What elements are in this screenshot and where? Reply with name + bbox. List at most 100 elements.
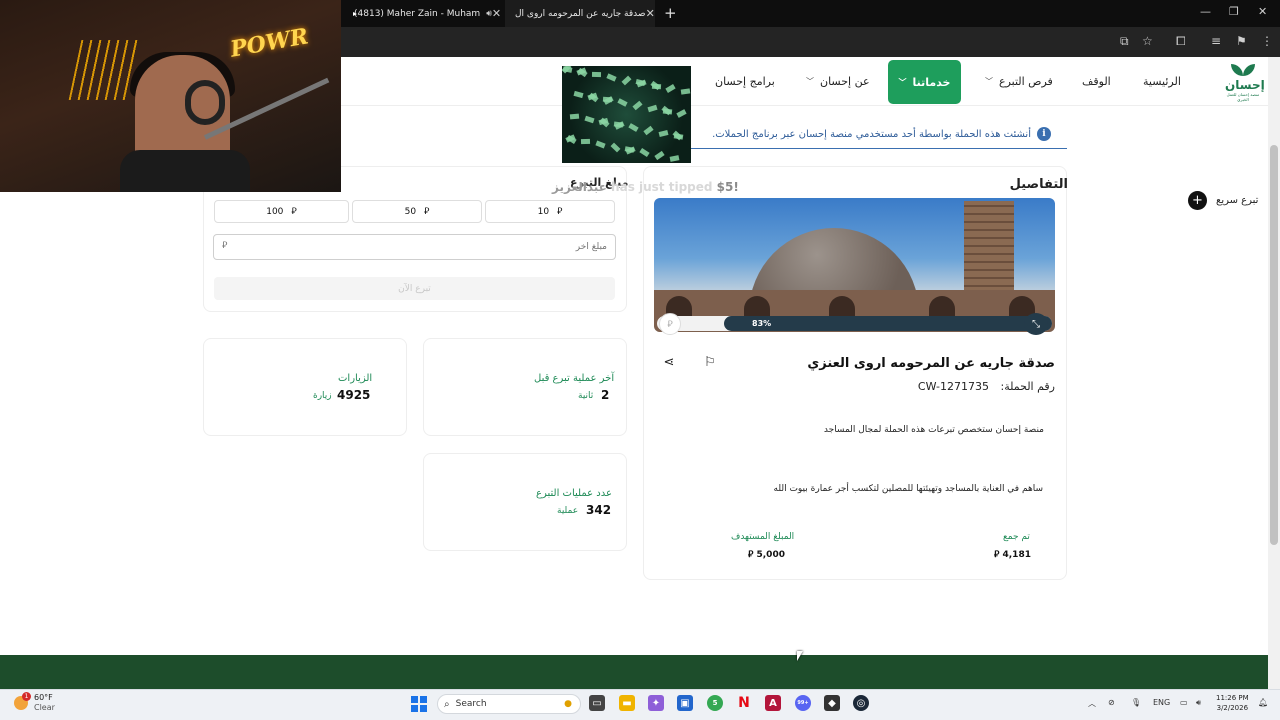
ops-unit: عملية: [557, 506, 579, 516]
nav-about[interactable]: ﹀ عن إحسان: [806, 57, 870, 106]
money-bill-shape: [573, 90, 584, 99]
webcam-overlay: POWR: [0, 0, 341, 192]
collected-value: ⃁ 4,181: [994, 549, 1031, 560]
campaign-image: [654, 198, 1055, 332]
steam-icon[interactable]: ◎: [853, 695, 869, 711]
chevron-down-icon: ﹀: [806, 77, 814, 86]
money-bill-shape: [658, 129, 669, 138]
mic-icon[interactable]: 🎙︎: [1131, 698, 1141, 707]
notification-badge: 1: [22, 692, 31, 701]
info-banner: أنشئت هذه الحملة بواسطة أحد مستخدمي منصة…: [691, 120, 1067, 149]
media-icon[interactable]: ≡: [1211, 34, 1221, 48]
extensions-icon[interactable]: ⧠: [1176, 34, 1186, 49]
amount-50-button[interactable]: 50 ⃁: [352, 200, 482, 223]
store-icon[interactable]: ▣: [677, 695, 693, 711]
tray-chevron-icon[interactable]: ︿: [1088, 698, 1096, 709]
wifi-icon[interactable]: ▭: [1180, 698, 1188, 707]
campaign-desc-2: ساهم في العناية بالمساجد وتهيئتها للمصلي…: [773, 484, 1043, 494]
network-off-icon[interactable]: ⊘: [1108, 698, 1115, 707]
site-logo[interactable]: إحسان منصة إحسان للعمل الخيري: [1225, 62, 1265, 102]
progress-label: 83%: [752, 319, 772, 328]
app-icon[interactable]: ◆: [824, 695, 840, 711]
quick-donate-button[interactable]: + تبرع سريع: [1188, 191, 1258, 210]
terminal-icon[interactable]: ▭: [589, 695, 605, 711]
language-indicator[interactable]: ENG: [1153, 698, 1170, 707]
money-bill-shape: [577, 67, 588, 78]
chrome-icon[interactable]: 5: [707, 695, 723, 711]
money-bill-shape: [584, 115, 595, 124]
collected-label: تم جمع: [1003, 532, 1030, 542]
nav-programs[interactable]: برامج إحسان: [715, 57, 775, 106]
visits-unit: زيارة: [313, 391, 332, 401]
volume-icon[interactable]: 🔊︎: [1196, 698, 1201, 708]
weather-temp: 60°F: [34, 693, 53, 702]
windows-start-icon[interactable]: [411, 696, 427, 712]
notification-bell-icon[interactable]: 🔔︎: [1258, 698, 1268, 707]
discord-icon[interactable]: 99+: [795, 695, 811, 711]
money-bill-shape: [639, 147, 650, 158]
target-number: 5,000: [756, 550, 785, 560]
neon-sign: POWR: [228, 23, 311, 63]
weather-widget[interactable]: 1 60°F Clear: [14, 692, 55, 713]
taskbar-search[interactable]: ⌕ Search ●: [437, 694, 581, 714]
money-bill-shape: [676, 109, 687, 118]
nav-programs-label: برامج إحسان: [715, 75, 775, 88]
site-footer: [0, 655, 1270, 689]
target-value: ⃁ 5,000: [748, 549, 785, 560]
amount-10-button[interactable]: 10 ⃁: [485, 200, 615, 223]
ops-label: عدد عمليات التبرع: [536, 488, 612, 499]
report-flag-icon[interactable]: ⚐: [702, 354, 718, 370]
money-bill-shape: [673, 133, 684, 140]
money-bill-shape: [662, 108, 673, 115]
file-explorer-icon[interactable]: ▬: [619, 695, 635, 711]
money-bill-shape: [654, 150, 665, 161]
money-bill-shape: [610, 142, 621, 153]
close-tab-icon[interactable]: ✕: [646, 7, 655, 20]
chrome-badge: 5: [712, 699, 718, 707]
taskbar-clock[interactable]: 11:26 PM 3/2/2026: [1216, 693, 1249, 713]
chevron-down-icon: ﹀: [985, 77, 993, 86]
clock-time: 11:26 PM: [1216, 694, 1249, 702]
money-bill-shape: [569, 113, 580, 120]
amount-value: 100: [266, 206, 284, 217]
amount-100-button[interactable]: 100 ⃁: [214, 200, 349, 223]
acrobat-icon[interactable]: A: [765, 695, 781, 711]
campaign-code-row: رقم الحملة: CW-1271735: [918, 380, 1055, 393]
tab-title: (4813) Maher Zain - Muham: [354, 8, 481, 19]
netflix-icon[interactable]: N: [736, 695, 752, 711]
money-bill-shape: [580, 138, 591, 145]
nav-services-label: خدماتنا: [912, 75, 951, 89]
bookmark-star-icon[interactable]: ☆: [1142, 34, 1153, 48]
donation-ops-card: [423, 453, 627, 551]
tab-youtube[interactable]: (4813) Maher Zain - Muham 🔊︎ ✕: [345, 0, 500, 27]
menu-icon[interactable]: ⋮: [1261, 34, 1273, 48]
headphone-shape: [185, 80, 225, 125]
tab-campaign[interactable]: صدقة جاريه عن المرحومه اروى ال ✕: [505, 0, 655, 27]
target-label: المبلغ المستهدف: [731, 532, 795, 542]
copilot-icon[interactable]: ✦: [648, 695, 664, 711]
money-bill-shape: [628, 123, 639, 132]
money-bill-shape: [591, 71, 602, 78]
new-tab-button[interactable]: +: [664, 4, 677, 22]
weather-sun-icon: 1: [14, 692, 31, 710]
target-icon: ⤡: [1024, 313, 1048, 335]
minimize-button[interactable]: —: [1200, 5, 1211, 18]
nav-opportunities[interactable]: ﹀ فرص التبرع: [985, 57, 1053, 106]
money-bill-shape: [606, 73, 617, 82]
share-icon[interactable]: ⋖: [661, 354, 677, 370]
install-icon[interactable]: ⧉: [1120, 34, 1129, 49]
close-window-button[interactable]: ✕: [1258, 5, 1267, 18]
profile-icon[interactable]: ⚑: [1236, 34, 1247, 48]
other-amount-input[interactable]: [213, 234, 616, 260]
visits-card: [203, 338, 407, 436]
nav-services[interactable]: ﹀ خدماتنا: [888, 60, 961, 104]
nav-waqf[interactable]: الوقف: [1082, 57, 1111, 106]
maximize-button[interactable]: ❐: [1229, 5, 1239, 18]
nav-home[interactable]: الرئيسية: [1143, 57, 1181, 106]
tip-text: has just tipped: [611, 180, 717, 194]
logo-text: إحسان: [1225, 78, 1265, 92]
donate-now-button[interactable]: تبرع الآن: [214, 277, 615, 300]
close-tab-icon[interactable]: ✕: [492, 7, 500, 20]
scrollbar-thumb[interactable]: [1270, 145, 1278, 545]
currency-icon: ⃁: [748, 550, 754, 560]
